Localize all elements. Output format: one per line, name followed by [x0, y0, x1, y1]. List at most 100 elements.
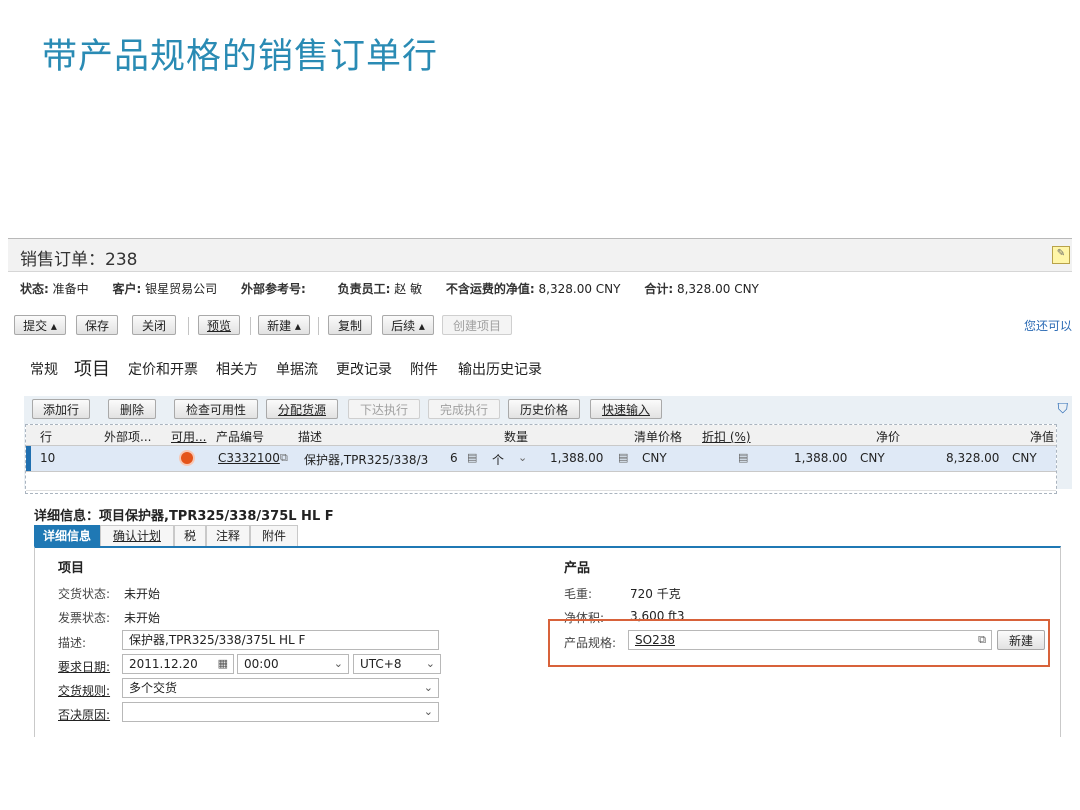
status-bar: 状态: 准备中 客户: 银星贸易公司 外部参考号: 负责员工: 赵 敏 不含运费… — [20, 280, 779, 297]
items-table: 行 外部项... 可用... 产品编号 描述 数量 清单价格 折扣 (%) 净价… — [25, 424, 1057, 494]
table-row[interactable]: 10 C3332100 ⧉ 保护器,TPR325/338/3 6 ▤ 个 ⌄ 1… — [26, 446, 1056, 472]
list-price-cell[interactable]: 1,388.00 — [550, 451, 603, 465]
col-row[interactable]: 行 — [40, 428, 52, 445]
help-link[interactable]: 您还可以 — [1024, 317, 1072, 334]
description-label: 描述: — [58, 636, 87, 650]
col-list-price[interactable]: 清单价格 — [634, 428, 682, 445]
filter-icon[interactable]: ⛉ — [1058, 401, 1069, 417]
quantity-cell[interactable]: 6 — [450, 451, 458, 465]
calendar-icon[interactable]: ▦ — [218, 655, 228, 673]
tab-detail-attachments[interactable]: 附件 — [250, 525, 298, 546]
net-value: 8,328.00 CNY — [538, 282, 621, 296]
sales-order-window: 销售订单：238 ✎ 状态: 准备中 客户: 银星贸易公司 外部参考号: 负责员… — [8, 238, 1072, 737]
table-row-empty[interactable] — [26, 472, 1056, 491]
requested-date-label: 要求日期: — [58, 660, 111, 674]
row-number: 10 — [40, 451, 56, 465]
calculator-icon[interactable]: ▤ — [738, 451, 748, 464]
add-row-button[interactable]: 添加行 — [32, 399, 90, 419]
finish-button: 完成执行 — [428, 399, 500, 419]
col-product-id[interactable]: 产品编号 — [216, 428, 264, 445]
tab-change-log[interactable]: 更改记录 — [336, 359, 392, 379]
delivery-status-value: 未开始 — [124, 587, 161, 601]
chevron-down-icon[interactable]: ⌄ — [518, 451, 527, 464]
delivery-rule-select[interactable]: 多个交货 ⌄ — [122, 678, 439, 698]
item-section-title: 项目 — [58, 561, 85, 576]
net-price-currency: CNY — [860, 451, 885, 465]
tab-tax[interactable]: 税 — [174, 525, 206, 546]
total-label: 合计: — [644, 282, 674, 296]
new-button[interactable]: 新建 ▴ — [258, 315, 310, 335]
details-title: 详细信息：项目保护器,TPR325/338/375L HL F — [34, 509, 334, 524]
chevron-down-icon[interactable]: ⌄ — [334, 655, 343, 673]
preview-button[interactable]: 预览 — [198, 315, 240, 335]
requested-time-select[interactable]: 00:00 ⌄ — [237, 654, 349, 674]
value-help-icon[interactable]: ⧉ — [280, 451, 288, 465]
col-net-value[interactable]: 净值 — [1030, 428, 1054, 445]
assign-source-button[interactable]: 分配货源 — [266, 399, 338, 419]
status-label: 状态: — [20, 282, 49, 296]
close-button[interactable]: 关闭 — [132, 315, 176, 335]
description-cell[interactable]: 保护器,TPR325/338/3 — [304, 451, 428, 468]
product-spec-field[interactable]: SO238 ⧉ — [628, 630, 992, 650]
tab-attachments[interactable]: 附件 — [410, 359, 438, 379]
employee-link[interactable]: 赵 敏 — [394, 282, 422, 296]
gross-weight-label: 毛重: — [564, 587, 593, 601]
page-title: 销售订单：238 — [20, 250, 138, 270]
net-value-cell: 8,328.00 — [946, 451, 1000, 465]
list-price-currency[interactable]: CNY — [642, 451, 667, 465]
tab-items[interactable]: 项目 — [74, 355, 110, 381]
invoice-status-label: 发票状态: — [58, 611, 111, 625]
delivery-rule-label: 交货规则: — [58, 684, 111, 698]
note-icon[interactable]: ✎ — [1052, 246, 1070, 264]
requested-date-field[interactable]: 2011.12.20 ▦ — [122, 654, 234, 674]
description-field[interactable]: 保护器,TPR325/338/375L HL F — [122, 630, 439, 650]
col-net-price[interactable]: 净价 — [876, 428, 900, 445]
product-id-link[interactable]: C3332100 — [218, 451, 280, 465]
customer-link[interactable]: 银星贸易公司 — [145, 282, 217, 296]
chevron-down-icon[interactable]: ⌄ — [426, 655, 435, 673]
follow-up-button[interactable]: 后续 ▴ — [382, 315, 434, 335]
value-help-icon[interactable]: ⧉ — [978, 631, 986, 649]
tab-parties[interactable]: 相关方 — [216, 359, 258, 379]
col-discount[interactable]: 折扣 (%) — [702, 428, 751, 445]
slide-title: 带产品规格的销售订单行 — [42, 37, 439, 77]
copy-button[interactable]: 复制 — [328, 315, 372, 335]
total-value: 8,328.00 CNY — [676, 282, 759, 296]
product-section-title: 产品 — [564, 561, 591, 576]
calculator-icon[interactable]: ▤ — [467, 451, 477, 464]
col-availability[interactable]: 可用... — [171, 428, 206, 445]
new-spec-button[interactable]: 新建 — [997, 630, 1045, 650]
table-header: 行 外部项... 可用... 产品编号 描述 数量 清单价格 折扣 (%) 净价… — [26, 425, 1056, 446]
window-header: 销售订单：238 ✎ — [8, 239, 1072, 272]
chevron-down-icon[interactable]: ⌄ — [424, 703, 433, 721]
tab-notes[interactable]: 注释 — [206, 525, 250, 546]
rejection-reason-select[interactable]: ⌄ — [122, 702, 439, 722]
rejection-reason-label: 否决原因: — [58, 708, 111, 722]
submit-button[interactable]: 提交 ▴ — [14, 315, 66, 335]
availability-status-icon[interactable] — [181, 452, 193, 464]
tab-output-history[interactable]: 输出历史记录 — [458, 359, 542, 379]
delete-button[interactable]: 删除 — [108, 399, 156, 419]
calculator-icon[interactable]: ▤ — [618, 451, 628, 464]
delivery-status-label: 交货状态: — [58, 587, 111, 601]
net-value-label: 不含运费的净值: — [445, 282, 535, 296]
history-price-button[interactable]: 历史价格 — [508, 399, 580, 419]
tab-pricing-invoicing[interactable]: 定价和开票 — [128, 359, 198, 379]
chevron-down-icon[interactable]: ⌄ — [424, 679, 433, 697]
quick-entry-button[interactable]: 快速输入 — [590, 399, 662, 419]
invoice-status-value: 未开始 — [124, 611, 161, 625]
save-button[interactable]: 保存 — [76, 315, 118, 335]
status-value: 准备中 — [52, 282, 89, 296]
tab-details[interactable]: 详细信息 — [34, 525, 100, 546]
tab-document-flow[interactable]: 单据流 — [276, 359, 318, 379]
employee-label: 负责员工: — [337, 282, 391, 296]
tab-general[interactable]: 常规 — [30, 359, 58, 379]
gross-weight-value: 720 千克 — [630, 587, 681, 601]
timezone-select[interactable]: UTC+8 ⌄ — [353, 654, 441, 674]
tab-confirmation-schedule[interactable]: 确认计划 — [100, 525, 174, 546]
check-availability-button[interactable]: 检查可用性 — [174, 399, 258, 419]
col-external-item[interactable]: 外部项... — [104, 428, 151, 445]
unit-cell[interactable]: 个 — [492, 451, 504, 468]
col-quantity[interactable]: 数量 — [504, 428, 528, 445]
col-description[interactable]: 描述 — [298, 428, 322, 445]
